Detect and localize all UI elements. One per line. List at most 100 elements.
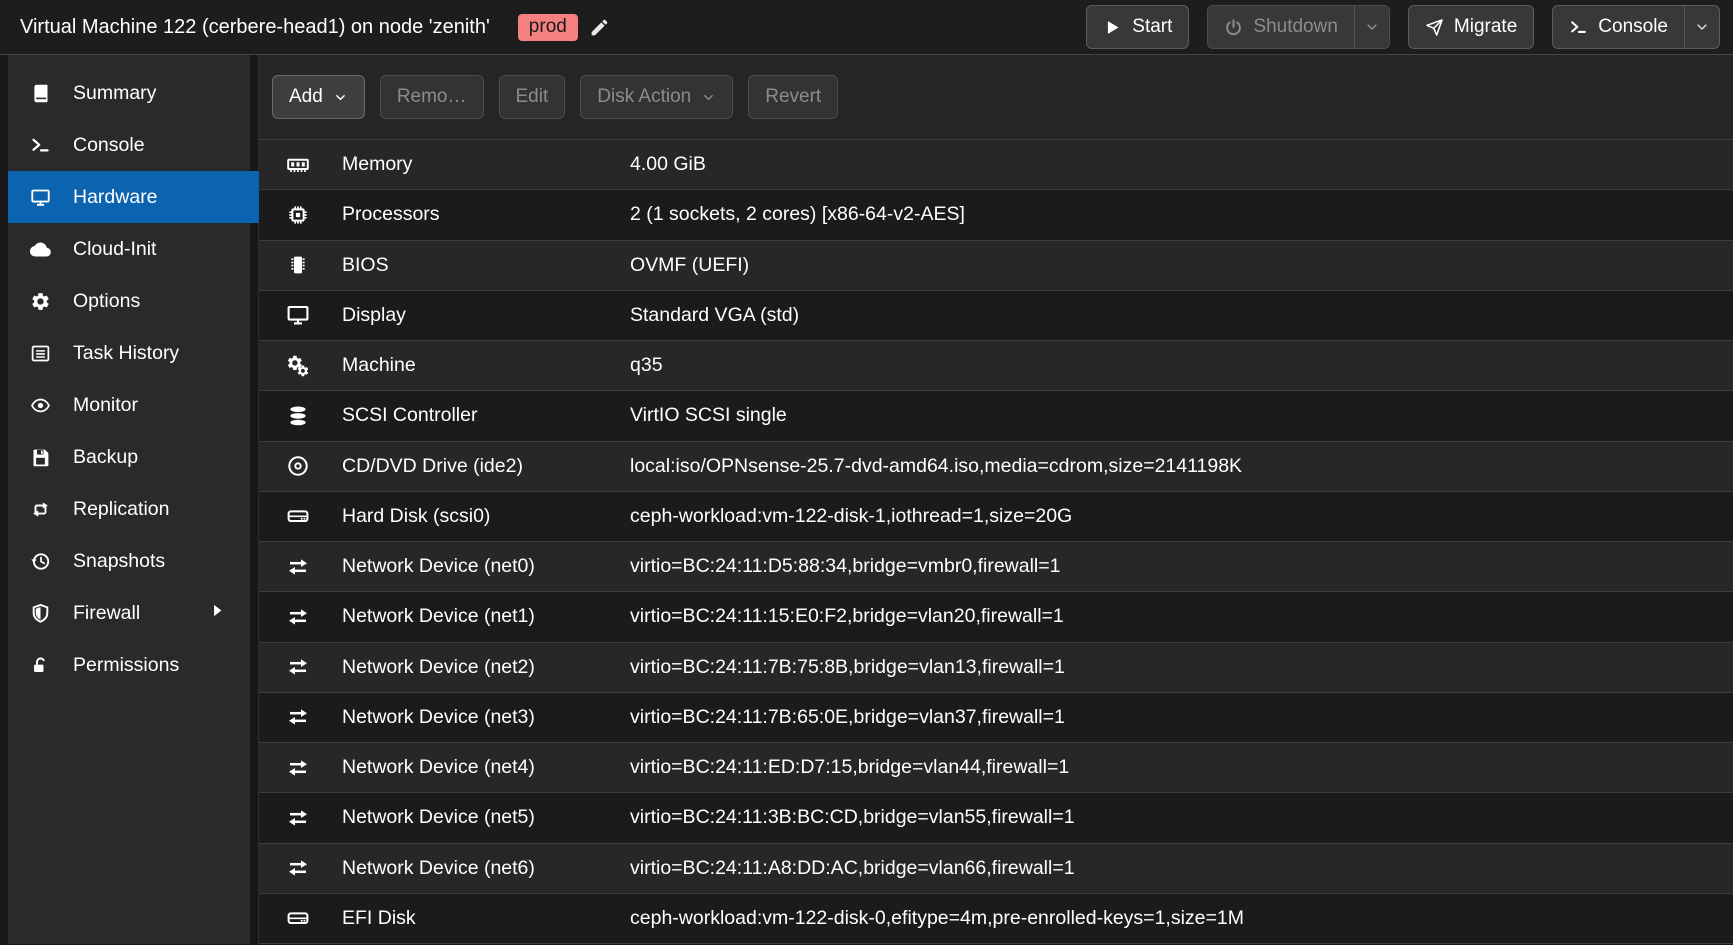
hardware-row-hard-disk-scsi0[interactable]: Hard Disk (scsi0)ceph-workload:vm-122-di… xyxy=(259,492,1733,542)
sidebar-item-firewall[interactable]: Firewall xyxy=(8,587,250,639)
cogs-icon xyxy=(286,354,310,378)
hardware-row-display[interactable]: DisplayStandard VGA (std) xyxy=(259,291,1733,341)
icon-cell xyxy=(281,203,315,227)
shutdown-button-label: Shutdown xyxy=(1253,16,1338,38)
sidebar-item-summary[interactable]: Summary xyxy=(8,67,250,119)
sidebar-item-monitor[interactable]: Monitor xyxy=(8,379,250,431)
book-icon xyxy=(30,83,60,104)
sidebar-item-cloud-init[interactable]: Cloud-Init xyxy=(8,223,250,275)
icon-cell xyxy=(281,454,315,478)
hardware-row-cd-dvd-ide2[interactable]: CD/DVD Drive (ide2)local:iso/OPNsense-25… xyxy=(259,442,1733,492)
sidebar-item-label: Firewall xyxy=(73,602,140,625)
sidebar-item-label: Permissions xyxy=(73,654,179,677)
pencil-icon[interactable] xyxy=(589,17,610,38)
row-value: local:iso/OPNsense-25.7-dvd-amd64.iso,me… xyxy=(630,455,1733,478)
sidebar-item-label: Snapshots xyxy=(73,550,165,573)
hardware-row-net4[interactable]: Network Device (net4)virtio=BC:24:11:ED:… xyxy=(259,743,1733,793)
row-label: Network Device (net6) xyxy=(342,857,630,880)
list-icon xyxy=(30,343,60,364)
page-title: Virtual Machine 122 (cerbere-head1) on n… xyxy=(20,16,490,39)
database-icon xyxy=(286,404,310,428)
row-label: Network Device (net1) xyxy=(342,605,630,628)
sidebar-item-label: Console xyxy=(73,134,145,157)
hardware-row-net3[interactable]: Network Device (net3)virtio=BC:24:11:7B:… xyxy=(259,693,1733,743)
console-menu-button[interactable] xyxy=(1684,6,1719,48)
hardware-row-net2[interactable]: Network Device (net2)virtio=BC:24:11:7B:… xyxy=(259,643,1733,693)
row-value: Standard VGA (std) xyxy=(630,304,1733,327)
desktop-icon xyxy=(30,187,60,208)
shutdown-menu-button[interactable] xyxy=(1354,6,1389,48)
hardware-row-bios[interactable]: BIOSOVMF (UEFI) xyxy=(259,241,1733,291)
sidebar-item-console[interactable]: Console xyxy=(8,119,250,171)
hardware-row-efi-disk[interactable]: EFI Diskceph-workload:vm-122-disk-0,efit… xyxy=(259,894,1733,944)
hardware-table: Memory4.00 GiBProcessors2 (1 sockets, 2 … xyxy=(259,140,1733,944)
topbar-actions: Start Shutdown Migrate Console xyxy=(1086,5,1720,49)
cloud-icon xyxy=(30,239,60,260)
hardware-row-scsi-controller[interactable]: SCSI ControllerVirtIO SCSI single xyxy=(259,391,1733,441)
hardware-row-net0[interactable]: Network Device (net0)virtio=BC:24:11:D5:… xyxy=(259,542,1733,592)
disc-icon xyxy=(286,454,310,478)
sidebar-item-label: Options xyxy=(73,290,140,313)
row-label: Processors xyxy=(342,203,630,226)
hardware-row-net5[interactable]: Network Device (net5)virtio=BC:24:11:3B:… xyxy=(259,793,1733,843)
sidebar-item-snapshots[interactable]: Snapshots xyxy=(8,535,250,587)
revert-button[interactable]: Revert xyxy=(748,75,838,119)
row-value: virtio=BC:24:11:7B:65:0E,bridge=vlan37,f… xyxy=(630,706,1733,729)
edit-button[interactable]: Edit xyxy=(499,75,566,119)
processor-icon xyxy=(286,203,310,227)
gear-icon xyxy=(30,291,60,312)
hardware-row-machine[interactable]: Machineq35 xyxy=(259,341,1733,391)
console-button[interactable]: Console xyxy=(1553,6,1684,48)
hardware-panel: Add Remo… Edit Disk Action Revert Memory4.00… xyxy=(259,55,1733,944)
exchange-icon xyxy=(286,856,310,880)
hardware-row-memory[interactable]: Memory4.00 GiB xyxy=(259,140,1733,190)
icon-cell xyxy=(281,303,315,327)
hardware-row-net6[interactable]: Network Device (net6)virtio=BC:24:11:A8:… xyxy=(259,844,1733,894)
submenu-caret-icon xyxy=(206,600,236,627)
row-label: CD/DVD Drive (ide2) xyxy=(342,455,630,478)
disk-action-button-label: Disk Action xyxy=(597,86,691,108)
vm-tag[interactable]: prod xyxy=(518,14,578,41)
add-button-label: Add xyxy=(289,86,323,108)
chevron-down-icon xyxy=(701,90,716,105)
disk-action-button[interactable]: Disk Action xyxy=(580,75,733,119)
row-label: SCSI Controller xyxy=(342,404,630,427)
eye-icon xyxy=(30,395,60,416)
chevron-down-icon xyxy=(1364,19,1380,35)
sidebar-item-replication[interactable]: Replication xyxy=(8,483,250,535)
add-button[interactable]: Add xyxy=(272,75,365,119)
play-icon xyxy=(1103,18,1122,37)
icon-cell xyxy=(281,806,315,830)
start-button-group: Start xyxy=(1086,5,1189,49)
caret-right-icon xyxy=(206,600,236,621)
sidebar-item-hardware[interactable]: Hardware xyxy=(8,171,259,223)
migrate-button[interactable]: Migrate xyxy=(1409,6,1533,48)
hardware-row-processors[interactable]: Processors2 (1 sockets, 2 cores) [x86-64… xyxy=(259,190,1733,240)
revert-button-label: Revert xyxy=(765,86,821,108)
sidebar-item-task-history[interactable]: Task History xyxy=(8,327,250,379)
row-label: Network Device (net0) xyxy=(342,555,630,578)
row-value: virtio=BC:24:11:15:E0:F2,bridge=vlan20,f… xyxy=(630,605,1733,628)
sidebar-item-label: Summary xyxy=(73,82,156,105)
row-value: virtio=BC:24:11:D5:88:34,bridge=vmbr0,fi… xyxy=(630,555,1733,578)
sidebar-item-options[interactable]: Options xyxy=(8,275,250,327)
remove-button[interactable]: Remo… xyxy=(380,75,484,119)
icon-cell xyxy=(281,404,315,428)
remove-button-label: Remo… xyxy=(397,86,467,108)
sidebar-item-label: Monitor xyxy=(73,394,138,417)
sidebar-item-permissions[interactable]: Permissions xyxy=(8,639,250,691)
row-label: Machine xyxy=(342,354,630,377)
sidebar-item-backup[interactable]: Backup xyxy=(8,431,250,483)
icon-cell xyxy=(281,705,315,729)
shutdown-button[interactable]: Shutdown xyxy=(1208,6,1354,48)
left-gutter xyxy=(0,55,8,944)
row-value: 4.00 GiB xyxy=(630,153,1733,176)
icon-cell xyxy=(281,605,315,629)
row-label: Network Device (net5) xyxy=(342,806,630,829)
start-button[interactable]: Start xyxy=(1087,6,1188,48)
console-button-group: Console xyxy=(1552,5,1720,49)
hardware-row-net1[interactable]: Network Device (net1)virtio=BC:24:11:15:… xyxy=(259,592,1733,642)
sidebar-item-label: Cloud-Init xyxy=(73,238,156,261)
icon-cell xyxy=(281,756,315,780)
sidebar-item-label: Replication xyxy=(73,498,169,521)
